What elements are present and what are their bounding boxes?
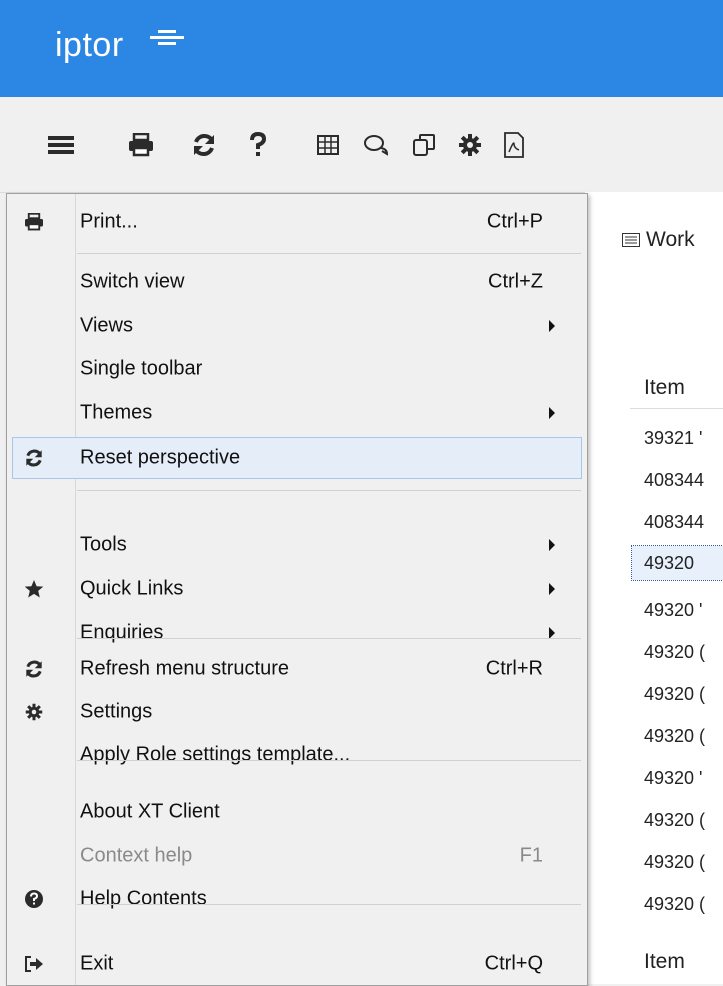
- menu-item-label: Exit: [80, 952, 114, 975]
- help-circle-icon: [23, 888, 45, 910]
- iptor-logo: iptor: [55, 26, 124, 64]
- table-row[interactable]: 49320 (: [644, 726, 705, 747]
- menu-item-about[interactable]: About XT Client: [7, 792, 587, 832]
- submenu-arrow-icon: [549, 583, 555, 595]
- menu-item-single-toolbar[interactable]: Single toolbar: [7, 349, 587, 389]
- menu-separator: [77, 760, 581, 761]
- menu-item-label: Tools: [80, 533, 127, 556]
- main-toolbar: [0, 97, 723, 193]
- shortcut-label: Ctrl+R: [485, 657, 543, 680]
- star-icon: [23, 578, 45, 600]
- menu-item-label: Settings: [80, 700, 153, 723]
- main-menu-dropdown: Print... Ctrl+P Switch view Ctrl+Z Views…: [6, 193, 588, 986]
- menu-item-switch-view[interactable]: Switch view Ctrl+Z: [7, 262, 587, 302]
- pdf-icon[interactable]: [496, 127, 532, 163]
- menu-item-label: Themes: [80, 401, 153, 424]
- print-icon[interactable]: [123, 127, 159, 163]
- refresh-icon: [23, 447, 45, 469]
- menu-item-label: Switch view: [80, 270, 185, 293]
- menu-item-settings[interactable]: Settings: [7, 692, 587, 732]
- menu-item-themes[interactable]: Themes: [7, 393, 587, 433]
- menu-item-print[interactable]: Print... Ctrl+P: [7, 202, 587, 242]
- gear-icon[interactable]: [452, 127, 488, 163]
- menu-item-label: Refresh menu structure: [80, 657, 289, 680]
- menu-item-label: Reset perspective: [80, 446, 241, 469]
- table-row[interactable]: 49320 (: [644, 894, 705, 915]
- table-row[interactable]: 408344: [644, 512, 704, 533]
- shortcut-label: Ctrl+Z: [488, 270, 543, 293]
- menu-item-label: About XT Client: [80, 800, 220, 823]
- table-row[interactable]: 39321 ': [644, 428, 703, 449]
- refresh-icon[interactable]: [186, 127, 222, 163]
- column-header-item[interactable]: Item: [644, 376, 685, 400]
- menu-item-exit[interactable]: Exit Ctrl+Q: [7, 944, 587, 984]
- chat-icon[interactable]: [358, 127, 394, 163]
- menu-item-label: Views: [80, 314, 133, 337]
- submenu-arrow-icon: [549, 320, 555, 332]
- header-divider: [630, 408, 723, 409]
- submenu-arrow-icon: [549, 539, 555, 551]
- table-row[interactable]: 49320 (: [644, 810, 705, 831]
- refresh-icon: [23, 658, 45, 680]
- menu-item-context-help: Context help F1: [7, 836, 587, 876]
- menu-item-tools[interactable]: Tools: [7, 525, 587, 565]
- table-row[interactable]: 49320 (: [644, 684, 705, 705]
- table-row[interactable]: 49320 ': [644, 600, 703, 621]
- footer-column-label: Item: [644, 950, 685, 973]
- menu-item-label: Apply Role settings template...: [80, 743, 351, 766]
- menu-item-label: Print...: [80, 210, 138, 233]
- table-icon[interactable]: [310, 127, 346, 163]
- menu-item-label: Quick Links: [80, 577, 184, 600]
- print-icon: [23, 211, 45, 233]
- gear-icon: [23, 701, 45, 723]
- tab-work[interactable]: Work: [646, 228, 695, 252]
- menu-separator: [77, 638, 581, 639]
- menu-item-refresh-menu-structure[interactable]: Refresh menu structure Ctrl+R: [7, 649, 587, 689]
- menu-item-label: Help Contents: [80, 887, 207, 910]
- menu-item-help-contents[interactable]: Help Contents: [7, 879, 587, 919]
- menu-separator: [77, 490, 581, 491]
- shortcut-label: F1: [519, 844, 543, 867]
- menu-separator: [77, 904, 581, 905]
- menu-item-label: Enquiries: [80, 621, 164, 644]
- list-icon: [622, 232, 642, 248]
- menu-item-enquiries[interactable]: Enquiries: [7, 613, 587, 653]
- menu-item-label: Single toolbar: [80, 357, 203, 380]
- table-row-selected[interactable]: 49320: [631, 545, 723, 581]
- menu-item-label: Context help: [80, 844, 193, 867]
- menu-separator: [77, 253, 581, 254]
- menu-item-views[interactable]: Views: [7, 306, 587, 346]
- table-row[interactable]: 49320 (: [644, 852, 705, 873]
- shortcut-label: Ctrl+P: [486, 210, 543, 233]
- copy-icon[interactable]: [406, 127, 442, 163]
- logo-lines-icon: [150, 30, 184, 46]
- top-bar: iptor: [0, 0, 723, 97]
- shortcut-label: Ctrl+Q: [484, 952, 543, 975]
- exit-icon: [23, 953, 45, 975]
- table-row[interactable]: 408344: [644, 470, 704, 491]
- table-row[interactable]: 49320 ': [644, 768, 703, 789]
- menu-item-quick-links[interactable]: Quick Links: [7, 569, 587, 609]
- menu-item-apply-role-settings[interactable]: Apply Role settings template...: [7, 735, 587, 775]
- table-row[interactable]: 49320 (: [644, 642, 705, 663]
- help-icon[interactable]: [240, 127, 276, 163]
- menu-icon[interactable]: [43, 127, 79, 163]
- menu-item-reset-perspective[interactable]: Reset perspective: [12, 437, 582, 479]
- submenu-arrow-icon: [549, 407, 555, 419]
